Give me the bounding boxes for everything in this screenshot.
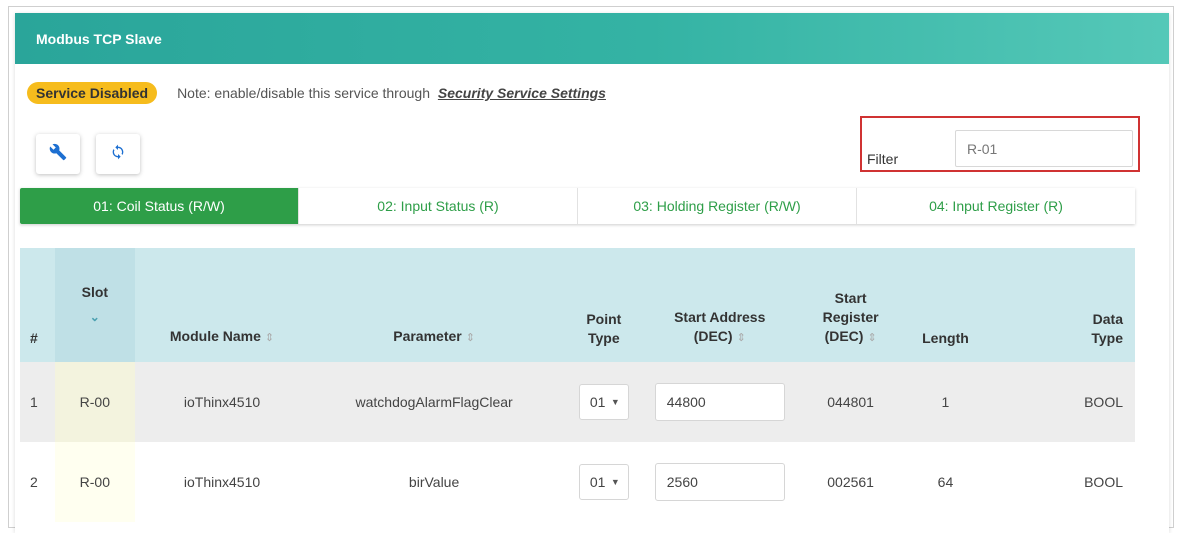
start-address-input[interactable] bbox=[654, 463, 785, 501]
row-start-register: 044801 bbox=[790, 362, 911, 442]
point-type-tabs: 01: Coil Status (R/W) 02: Input Status (… bbox=[20, 188, 1135, 224]
row-index: 2 bbox=[20, 442, 55, 522]
start-address-input[interactable] bbox=[654, 383, 785, 421]
row-length: 64 bbox=[910, 442, 981, 522]
col-data-type: Data Type bbox=[980, 248, 1135, 362]
settings-button[interactable] bbox=[36, 134, 80, 174]
start-address-cell bbox=[648, 362, 791, 442]
col-start-register[interactable]: Start Register (DEC) ⇕ bbox=[790, 248, 911, 362]
tab-holding-register[interactable]: 03: Holding Register (R/W) bbox=[577, 188, 856, 224]
col-slot[interactable]: Slot ⌄ bbox=[54, 248, 135, 362]
start-address-cell bbox=[648, 442, 791, 522]
point-type-select[interactable]: 01 ▼ bbox=[578, 384, 629, 420]
row-parameter: birValue bbox=[309, 442, 559, 522]
table-row: 2 R-00 ioThinx4510 birValue 01▼ 002561 6… bbox=[20, 442, 1135, 522]
row-slot: R-00 bbox=[54, 362, 135, 442]
service-note-text: Note: enable/disable this service throug… bbox=[177, 85, 430, 101]
col-length: Length bbox=[910, 248, 981, 362]
refresh-button[interactable] bbox=[96, 134, 140, 174]
filter-input[interactable] bbox=[955, 130, 1133, 167]
col-index: # bbox=[20, 248, 55, 362]
panel-title: Modbus TCP Slave bbox=[15, 13, 1169, 64]
col-point-type: Point Type bbox=[558, 248, 649, 362]
caret-down-icon: ▼ bbox=[610, 477, 620, 487]
filter-label: Filter bbox=[867, 151, 899, 167]
sort-icon: ⇕ bbox=[465, 332, 475, 344]
caret-down-icon: ▼ bbox=[610, 397, 620, 407]
row-parameter: watchdogAlarmFlagClear bbox=[309, 362, 559, 442]
row-slot: R-00 bbox=[54, 442, 135, 522]
tab-input-status[interactable]: 02: Input Status (R) bbox=[298, 188, 577, 224]
row-data-type: BOOL bbox=[980, 362, 1135, 442]
sort-icon: ⇕ bbox=[867, 332, 877, 344]
refresh-icon bbox=[110, 144, 126, 165]
row-start-register: 002561 bbox=[790, 442, 911, 522]
security-settings-link[interactable]: Security Service Settings bbox=[438, 85, 606, 101]
table-row: 1 R-00 ioThinx4510 watchdogAlarmFlagClea… bbox=[20, 362, 1135, 442]
service-status-row: Service Disabled Note: enable/disable th… bbox=[27, 82, 606, 104]
service-note: Note: enable/disable this service throug… bbox=[177, 85, 606, 101]
tab-input-register[interactable]: 04: Input Register (R) bbox=[856, 188, 1135, 224]
point-type-cell: 01 ▼ bbox=[558, 362, 649, 442]
chevron-down-icon: ⌄ bbox=[89, 310, 100, 324]
point-type-select[interactable]: 01 ▼ bbox=[578, 464, 629, 500]
row-module: ioThinx4510 bbox=[134, 362, 310, 442]
row-module: ioThinx4510 bbox=[134, 442, 310, 522]
col-parameter[interactable]: Parameter ⇕ bbox=[309, 248, 559, 362]
point-type-cell: 01 ▼ bbox=[558, 442, 649, 522]
sort-icon: ⇕ bbox=[264, 332, 275, 344]
tab-coil-status[interactable]: 01: Coil Status (R/W) bbox=[20, 188, 298, 224]
modbus-table: # Slot ⌄ Module Name ⇕ Parameter ⇕ Point Ty… bbox=[20, 248, 1135, 522]
status-badge: Service Disabled bbox=[27, 82, 158, 104]
wrench-icon bbox=[49, 143, 67, 166]
table-header-row: # Slot ⌄ Module Name ⇕ Parameter ⇕ Point Ty… bbox=[20, 248, 1135, 362]
row-index: 1 bbox=[20, 362, 55, 442]
col-module-name[interactable]: Module Name ⇕ bbox=[134, 248, 310, 362]
col-start-address[interactable]: Start Address (DEC) ⇕ bbox=[648, 248, 791, 362]
sort-icon: ⇕ bbox=[736, 332, 746, 344]
row-data-type: BOOL bbox=[980, 442, 1135, 522]
row-length: 1 bbox=[910, 362, 981, 442]
